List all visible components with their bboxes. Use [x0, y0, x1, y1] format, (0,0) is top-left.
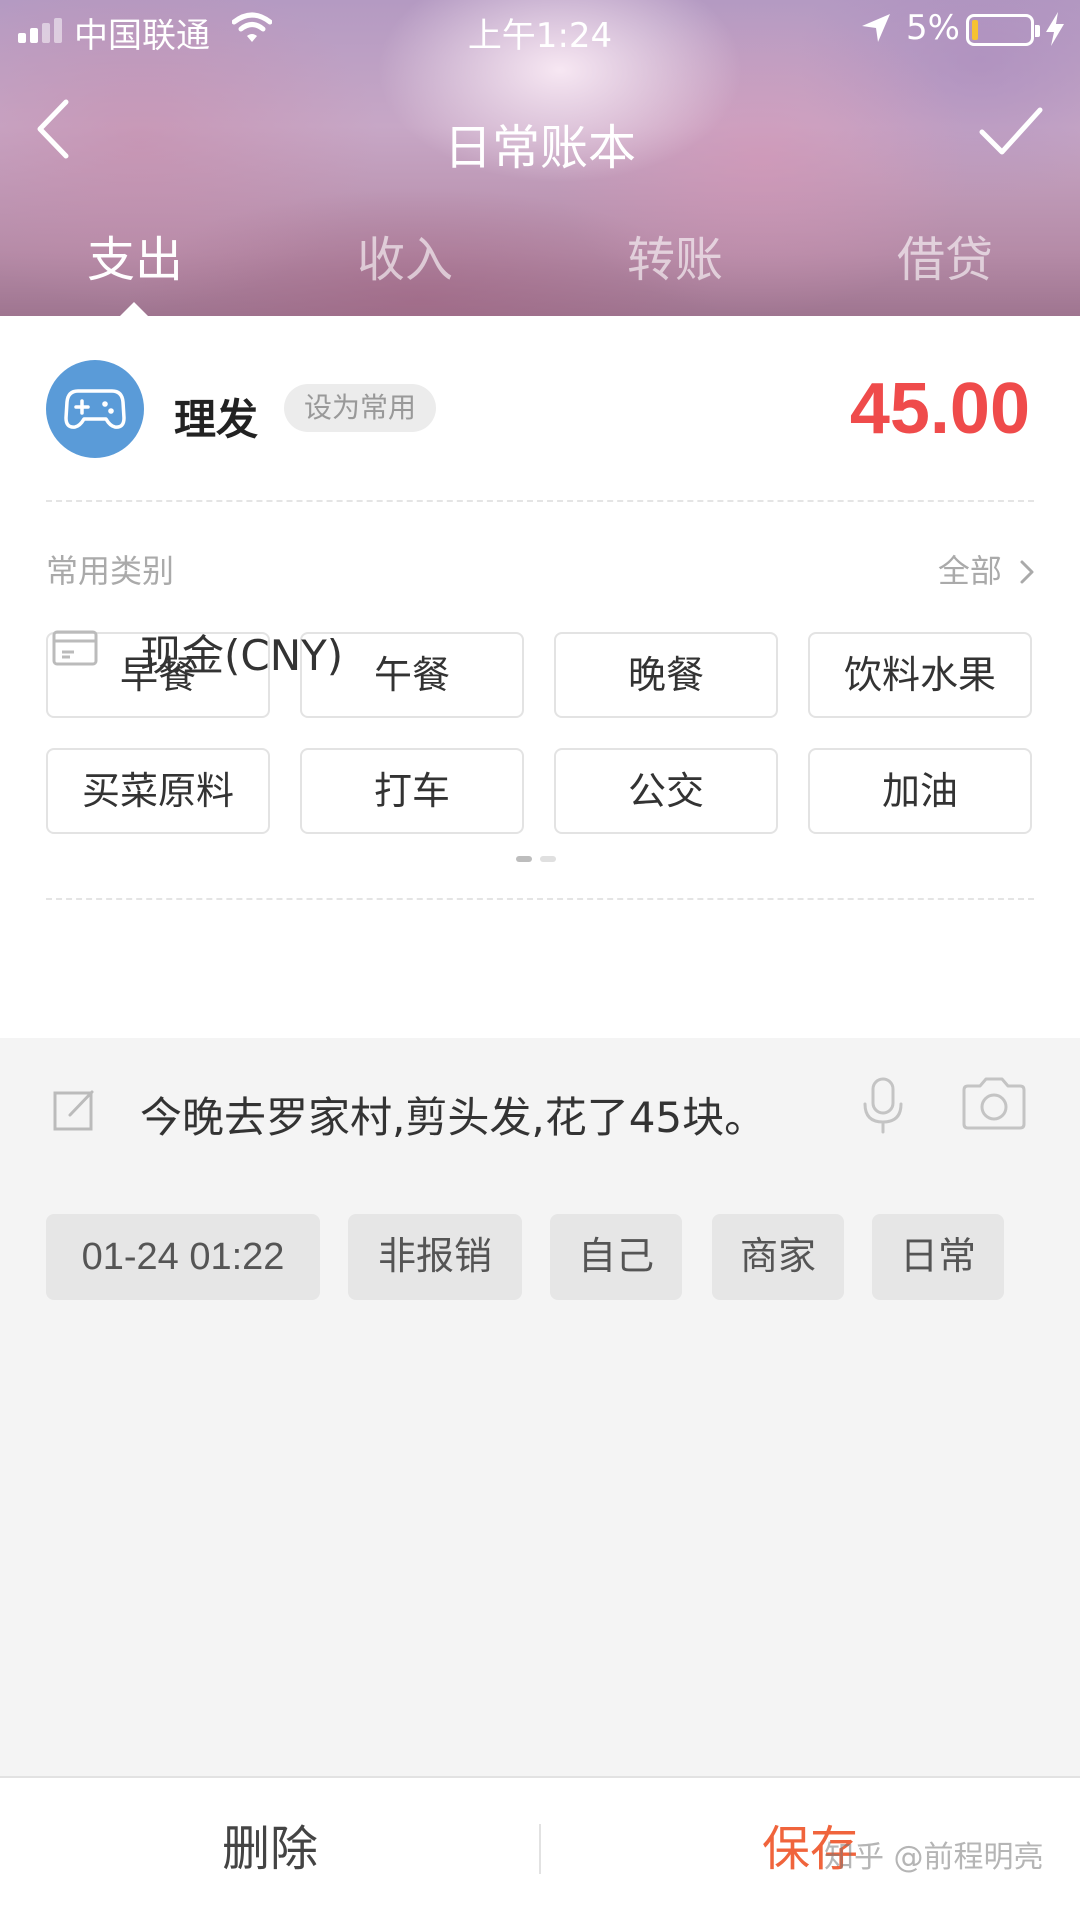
merchant-tag[interactable]: 商家 [712, 1214, 844, 1300]
page-dot-active [516, 856, 532, 862]
type-tabs: 支出 收入 转账 借贷 [0, 220, 1080, 290]
status-bar: 中国联通 上午1:24 5% [0, 0, 1080, 60]
category-chip[interactable]: 加油 [808, 748, 1032, 834]
category-icon[interactable] [46, 360, 144, 458]
amount-value[interactable]: 45.00 [850, 368, 1030, 450]
all-categories-label: 全部 [937, 552, 1002, 590]
category-name: 理发 [174, 395, 259, 444]
project-tag[interactable]: 日常 [872, 1214, 1004, 1300]
date-time-tag[interactable]: 01-24 01:22 [46, 1214, 320, 1300]
tab-transfer[interactable]: 转账 [540, 220, 810, 290]
page-dot [540, 856, 556, 862]
card-icon [52, 630, 98, 666]
microphone-icon[interactable] [860, 1076, 906, 1136]
watermark: 知乎 @前程明亮 [824, 1840, 1044, 1875]
category-chip[interactable]: 晚餐 [554, 632, 778, 718]
battery-icon [966, 14, 1040, 46]
tab-expense[interactable]: 支出 [0, 220, 270, 290]
set-common-button[interactable]: 设为常用 [284, 384, 437, 432]
all-categories-link[interactable]: 全部 [938, 546, 1036, 592]
divider [46, 898, 1034, 900]
tab-lending[interactable]: 借贷 [810, 220, 1080, 290]
category-chip[interactable]: 打车 [300, 748, 524, 834]
reimbursement-tag[interactable]: 非报销 [348, 1214, 522, 1300]
checkmark-icon[interactable] [976, 100, 1046, 160]
entry-card: 理发 设为常用 45.00 常用类别 全部 早餐 午餐 晚餐 饮料水果 买菜原料… [0, 316, 1080, 1038]
charging-bolt-icon [1046, 12, 1064, 46]
camera-icon[interactable] [960, 1076, 1028, 1132]
battery-percent: 5% [906, 8, 960, 48]
category-chip[interactable]: 饮料水果 [808, 632, 1032, 718]
category-chip[interactable]: 买菜原料 [46, 748, 270, 834]
chevron-right-icon [1020, 560, 1034, 584]
divider [46, 500, 1034, 502]
location-arrow-icon [862, 14, 890, 42]
header-banner: 中国联通 上午1:24 5% 日常账本 支出 收入 转账 借贷 [0, 0, 1080, 316]
account-selector[interactable]: 现金(CNY) [140, 622, 343, 683]
tab-income[interactable]: 收入 [270, 220, 540, 290]
category-chip[interactable]: 公交 [554, 748, 778, 834]
member-tag[interactable]: 自己 [550, 1214, 682, 1300]
note-input[interactable]: 今晚去罗家村,剪头发,花了45块。 [140, 1084, 766, 1145]
gamepad-icon [64, 389, 126, 429]
page-indicator [516, 856, 556, 862]
common-categories-label: 常用类别 [46, 552, 175, 590]
delete-button[interactable]: 删除 [0, 1778, 540, 1921]
page-title: 日常账本 [443, 120, 636, 176]
edit-icon [53, 1090, 94, 1131]
active-tab-indicator [118, 302, 150, 316]
